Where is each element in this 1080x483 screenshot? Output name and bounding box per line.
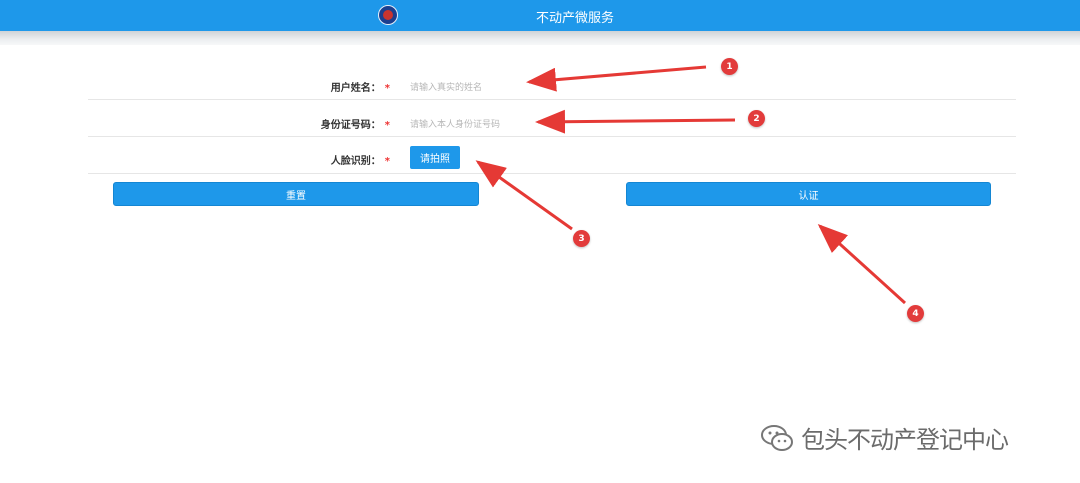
- watermark-text: 包头不动产登记中心: [801, 426, 1009, 454]
- marker-2: 2: [748, 110, 765, 127]
- arrow-1: [526, 65, 707, 92]
- marker-3: 3: [573, 230, 590, 247]
- marker-1: 1: [721, 58, 738, 75]
- wechat-icon: [761, 424, 793, 451]
- arrow-4: [817, 223, 907, 305]
- arrow-3: [475, 160, 573, 231]
- marker-4: 4: [907, 305, 924, 322]
- watermark: 包头不动产登记中心: [760, 420, 1009, 455]
- arrow-2: [535, 109, 736, 134]
- annotation-arrows: [475, 65, 907, 305]
